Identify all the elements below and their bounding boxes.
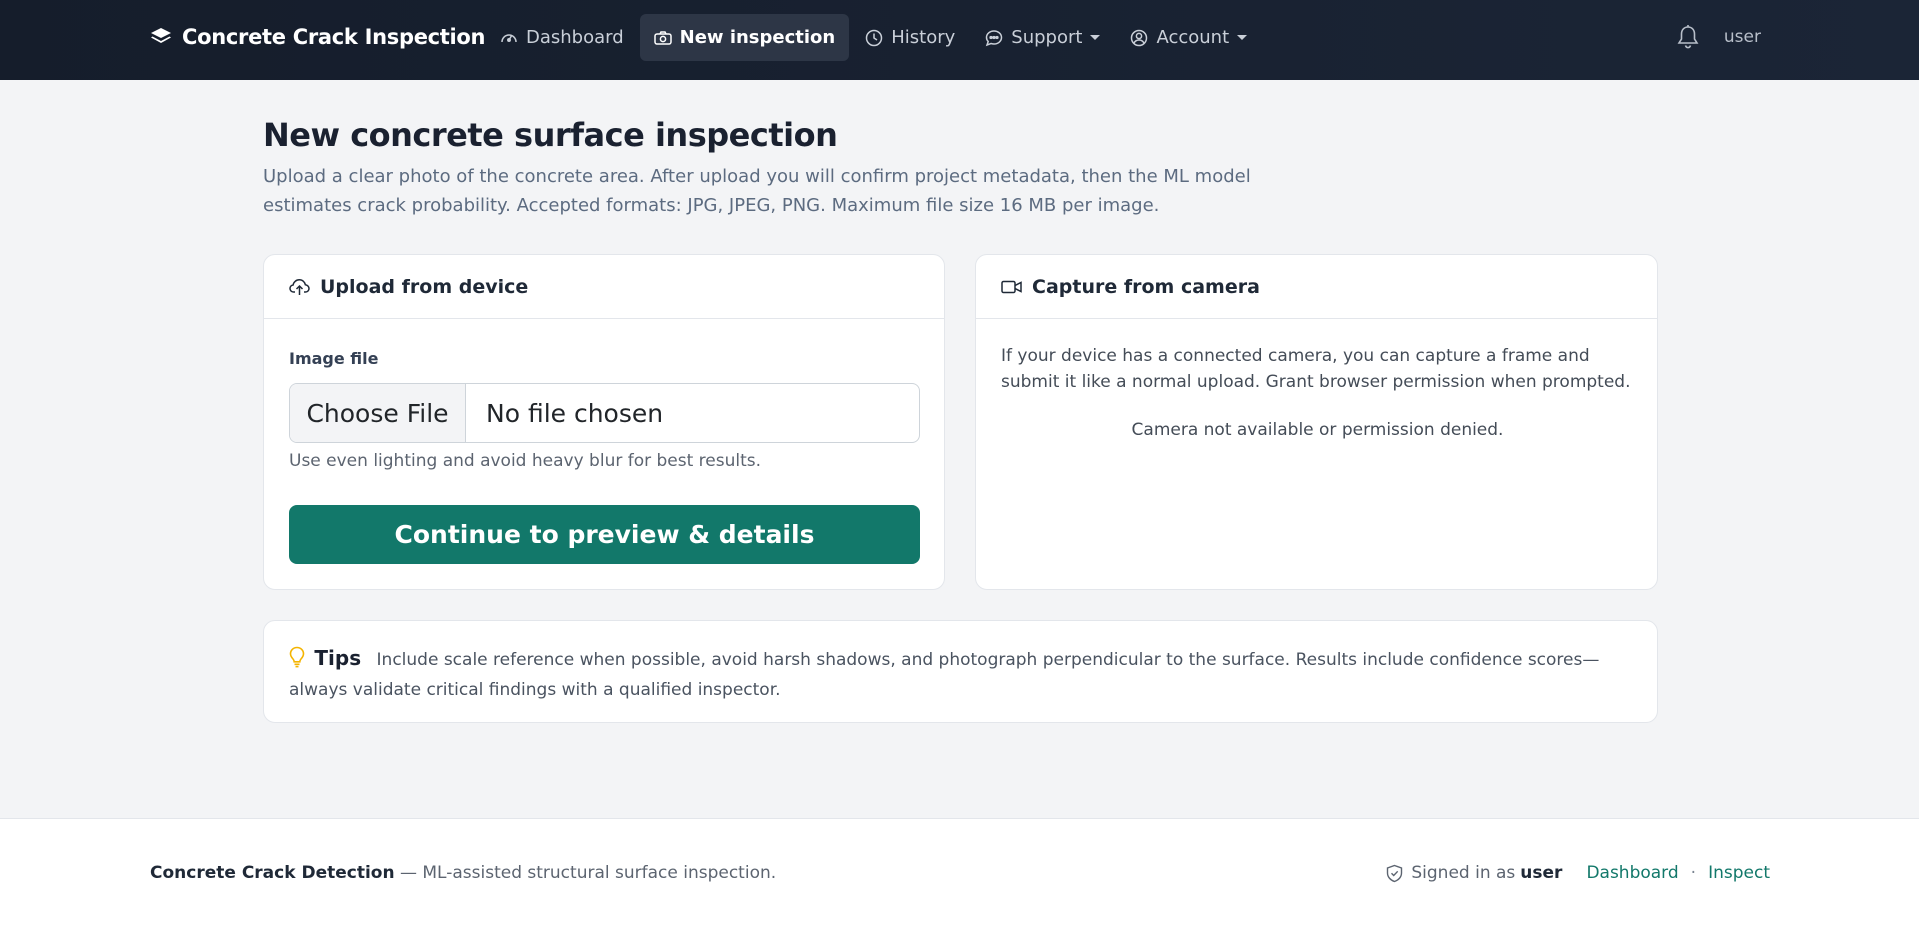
chevron-down-icon — [1237, 35, 1248, 40]
speedometer-icon — [501, 33, 517, 42]
tips-text: Include scale reference when possible, a… — [289, 650, 1600, 700]
continue-button[interactable]: Continue to preview & details — [289, 505, 920, 564]
navbar-right: user — [1676, 0, 1761, 74]
chevron-down-icon — [1090, 35, 1101, 40]
camera-icon — [653, 30, 672, 45]
footer-link-inspect[interactable]: Inspect — [1708, 863, 1770, 883]
footer-brand: Concrete Crack Detection — [150, 863, 395, 883]
camera-status: Camera not available or permission denie… — [1131, 420, 1504, 440]
signed-in-user: user — [1520, 863, 1563, 883]
tips-card: Tips Include scale reference when possib… — [263, 620, 1658, 723]
footer-tagline: — ML-assisted structural surface inspect… — [394, 863, 777, 883]
brand-name: Concrete Crack Inspection — [182, 25, 486, 49]
nav-support-dropdown[interactable]: Support — [971, 14, 1114, 61]
signed-in-prefix: Signed in as — [1411, 863, 1516, 883]
bell-icon[interactable] — [1676, 24, 1700, 50]
shield-check-icon — [1387, 864, 1403, 882]
nav-account-dropdown[interactable]: Account — [1116, 14, 1261, 61]
page-description: Upload a clear photo of the concrete are… — [263, 166, 1251, 216]
footer-brand-line: Concrete Crack Detection — ML-assisted s… — [150, 863, 776, 883]
chat-icon — [986, 29, 1003, 46]
footer-separator: · — [1690, 863, 1697, 883]
upload-card-header: Upload from device — [264, 255, 944, 319]
footer-link-dashboard[interactable]: Dashboard — [1586, 863, 1678, 883]
nav-history[interactable]: History — [851, 14, 969, 61]
nav-links: Dashboard New inspection History Support — [486, 14, 1263, 61]
video-camera-icon — [1001, 280, 1022, 293]
cloud-upload-icon — [289, 278, 310, 295]
choose-file-button[interactable]: Choose File — [290, 384, 466, 442]
tips-body: Tips Include scale reference when possib… — [289, 643, 1629, 705]
page-title: New concrete surface inspection — [263, 116, 838, 154]
clock-icon — [866, 29, 883, 46]
camera-card: Capture from camera If your device has a… — [975, 254, 1658, 590]
layers-icon — [151, 28, 171, 43]
navbar-username[interactable]: user — [1724, 27, 1761, 47]
nav-new-inspection[interactable]: New inspection — [639, 14, 850, 61]
brand-link[interactable]: Concrete Crack Inspection — [150, 0, 486, 74]
tips-title: Tips — [314, 646, 362, 670]
nav-dashboard[interactable]: Dashboard — [486, 14, 638, 61]
upload-card: Upload from device Image file Choose Fil… — [263, 254, 945, 590]
top-navbar: Concrete Crack Inspection Dashboard New … — [0, 0, 1919, 80]
camera-description: If your device has a connected camera, y… — [1001, 346, 1631, 392]
person-circle-icon — [1131, 29, 1148, 46]
footer-right: Signed in as user Dashboard · Inspect — [1386, 863, 1770, 883]
image-file-label: Image file — [289, 349, 379, 368]
file-status-text: No file chosen — [486, 398, 664, 428]
camera-card-header: Capture from camera — [976, 255, 1657, 319]
image-file-input[interactable]: Choose File No file chosen — [289, 383, 920, 443]
footer: Concrete Crack Detection — ML-assisted s… — [0, 818, 1919, 925]
upload-help-text: Use even lighting and avoid heavy blur f… — [289, 451, 762, 471]
lightbulb-icon — [289, 646, 305, 668]
